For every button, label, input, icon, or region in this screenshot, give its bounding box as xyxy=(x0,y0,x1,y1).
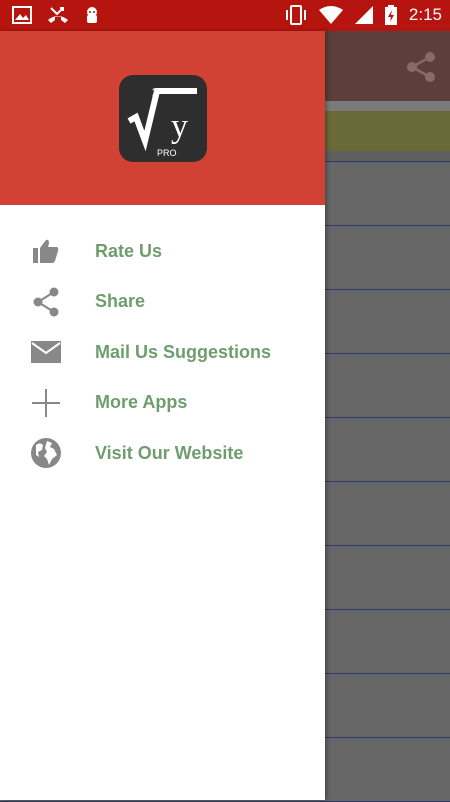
status-bar: 2:15 xyxy=(0,0,450,31)
logo-root-index: 3 xyxy=(152,85,159,100)
logo-edition: PRO xyxy=(157,148,177,158)
missed-call-icon xyxy=(46,6,70,26)
menu-item-label: Rate Us xyxy=(95,240,163,261)
vibrate-icon xyxy=(285,5,307,25)
app-logo: 3 y PRO xyxy=(119,75,207,162)
menu-item-more-apps[interactable]: More Apps xyxy=(0,378,325,429)
menu-item-mail-us-suggestions[interactable]: Mail Us Suggestions xyxy=(0,327,325,378)
thumbs-up-icon xyxy=(30,235,62,267)
plus-icon xyxy=(30,387,62,419)
share-icon[interactable] xyxy=(406,51,436,88)
menu-item-rate-us[interactable]: Rate Us xyxy=(0,226,325,277)
logo-glyph: y xyxy=(171,108,188,145)
image-icon xyxy=(12,6,32,26)
globe-icon xyxy=(30,437,62,469)
battery-charging-icon xyxy=(384,5,397,25)
menu-item-visit-our-website[interactable]: Visit Our Website xyxy=(0,428,325,479)
menu-item-label: Share xyxy=(95,291,146,312)
share-icon xyxy=(30,286,62,318)
status-time: 2:15 xyxy=(408,5,442,24)
menu-item-share[interactable]: Share xyxy=(0,277,325,328)
menu-item-label: More Apps xyxy=(95,392,188,413)
signal-icon xyxy=(354,6,373,24)
menu-item-label: Mail Us Suggestions xyxy=(95,341,272,362)
drawer-menu: Rate Us Share Mail Us Suggestions More A… xyxy=(0,205,325,479)
navigation-drawer: 3 y PRO Rate Us Share Mail Us Suggestion… xyxy=(0,31,325,800)
drawer-header: 3 y PRO xyxy=(0,31,325,205)
android-debug-icon xyxy=(84,6,100,26)
menu-item-label: Visit Our Website xyxy=(95,442,244,463)
wifi-icon xyxy=(318,6,343,24)
mail-icon xyxy=(30,336,62,368)
